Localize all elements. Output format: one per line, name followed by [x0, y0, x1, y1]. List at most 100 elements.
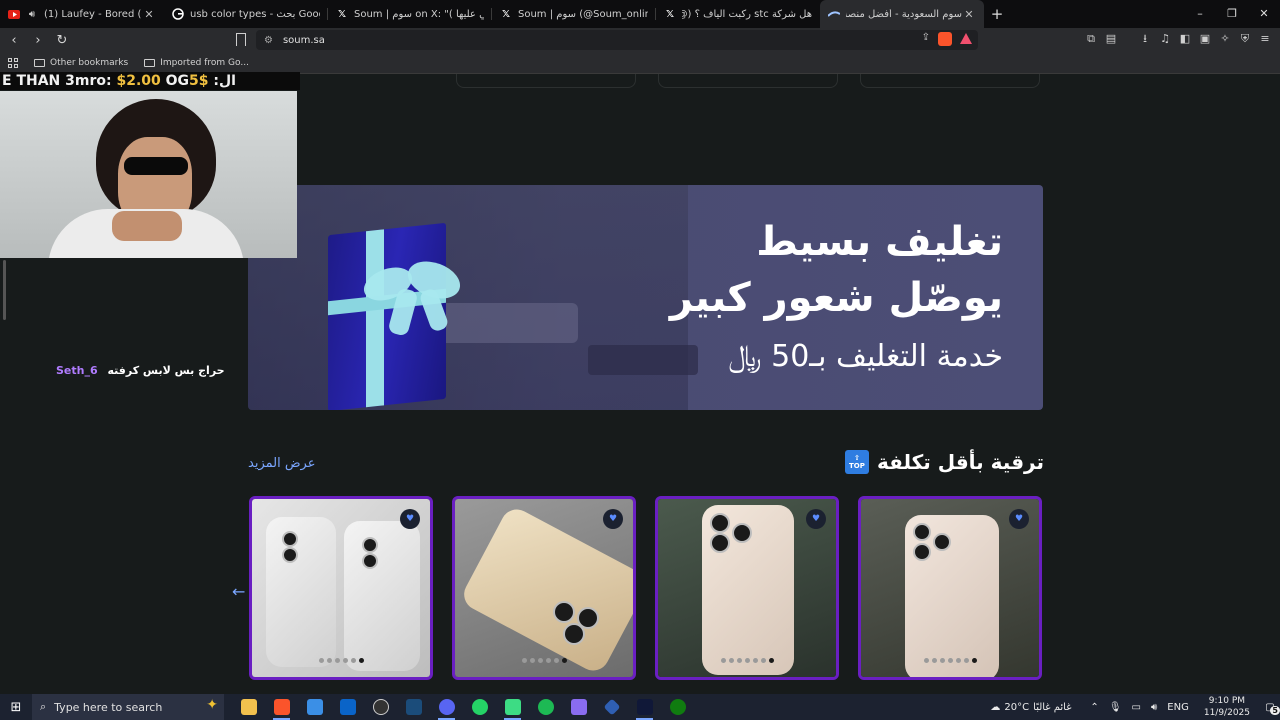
network-icon[interactable]: ▭: [1132, 702, 1141, 713]
image-pager-dots[interactable]: [252, 658, 430, 663]
close-tab-icon[interactable]: ✕: [962, 8, 976, 21]
product-card-4[interactable]: ♥: [858, 496, 1042, 680]
extensions-icon[interactable]: ⧉: [1084, 32, 1098, 46]
menu-icon[interactable]: ≡: [1258, 32, 1272, 46]
image-pager-dots[interactable]: [455, 658, 633, 663]
tab-x-soum-post[interactable]: 𝕏 Soum | سوم on X: "( بحث العقابي عليها: [328, 0, 492, 28]
bookmark-folder-other[interactable]: Other bookmarks: [34, 58, 128, 68]
weather-label: غائم غالبًا: [1033, 701, 1072, 713]
search-highlight-icon: ✦: [206, 697, 218, 713]
tab-title: usb color types - بحث Google: [190, 8, 320, 20]
tab-x-stc[interactable]: 𝕏 هل شركة stc ركبت الياف ؟ (@falal_b71: [656, 0, 820, 28]
tab-soum-active[interactable]: سوم السعودية - أفضل منصة لبيع ✕: [820, 0, 984, 28]
tab-youtube[interactable]: 🔊︎ (1) Laufey - Bored (Official Au ✕: [0, 0, 164, 28]
reload-icon[interactable]: ↻: [52, 33, 72, 48]
image-pager-dots[interactable]: [658, 658, 836, 663]
x-icon: 𝕏: [337, 8, 347, 20]
volume-icon[interactable]: 🔊︎: [1151, 702, 1157, 713]
chevron-up-icon[interactable]: ⌃: [1090, 702, 1098, 713]
windows-start-icon[interactable]: ⊞: [0, 700, 32, 715]
blue-app-icon[interactable]: [595, 694, 628, 720]
discord-icon[interactable]: [430, 694, 463, 720]
brave-shields-icon[interactable]: [938, 32, 952, 46]
webcam-sunglasses: [124, 157, 188, 175]
brave-icon[interactable]: [265, 694, 298, 720]
downloads-icon[interactable]: ⭳: [1138, 32, 1152, 46]
x-icon: 𝕏: [665, 8, 675, 20]
camera-lens: [362, 553, 378, 569]
close-window-button[interactable]: ✕: [1248, 0, 1280, 28]
game-launcher-icon[interactable]: [562, 694, 595, 720]
tab-search-icon[interactable]: ▤: [1104, 32, 1118, 46]
tab-title: (1) Laufey - Bored (Official Au: [44, 8, 142, 20]
banner-subheadline: يوصّل شعور كبير: [669, 275, 1003, 321]
product-card-3[interactable]: ♥: [655, 496, 839, 680]
sidebar-icon[interactable]: ◧: [1178, 32, 1192, 46]
bookmark-icon[interactable]: [236, 33, 246, 46]
tab-title: Soum | سوم (@Soum_online) / X: [518, 8, 648, 20]
favorite-heart-icon[interactable]: ♥: [603, 509, 623, 529]
notification-count: 5: [1270, 705, 1280, 715]
dark-app-icon[interactable]: [628, 694, 661, 720]
image-pager-dots[interactable]: [861, 658, 1039, 663]
section-title: ترقية بأقل تكلفة ⇧ TOP: [844, 450, 1044, 474]
webcam-hand: [112, 211, 182, 241]
bookmark-label: Other bookmarks: [50, 57, 129, 68]
microphone-icon[interactable]: 🎙︎: [1109, 702, 1122, 713]
soum-icon: [828, 8, 840, 20]
favorite-heart-icon[interactable]: ♥: [400, 509, 420, 529]
camera-lens: [282, 547, 298, 563]
card-edge: [860, 74, 1040, 88]
forward-icon[interactable]: ›: [28, 33, 48, 48]
wallet-icon[interactable]: ▣: [1198, 32, 1212, 46]
store-icon[interactable]: [298, 694, 331, 720]
whatsapp-icon[interactable]: [463, 694, 496, 720]
brave-rewards-icon[interactable]: [960, 33, 972, 44]
android-studio-icon[interactable]: [496, 694, 529, 720]
outlook-icon[interactable]: [331, 694, 364, 720]
camera-lens: [933, 533, 951, 551]
tab-title: سوم السعودية - أفضل منصة لبيع: [846, 8, 962, 20]
product-card-2[interactable]: ♥: [452, 496, 636, 680]
minimize-button[interactable]: –: [1184, 0, 1216, 28]
apps-grid-icon[interactable]: [8, 57, 18, 68]
clock-app-icon[interactable]: [364, 694, 397, 720]
steam-icon[interactable]: [397, 694, 430, 720]
address-actions: ⇪: [922, 32, 972, 46]
media-icon[interactable]: ♫: [1158, 32, 1172, 46]
file-explorer-icon[interactable]: [232, 694, 265, 720]
address-bar[interactable]: ⚙︎ soum.sa ⇪: [256, 30, 978, 50]
site-info-icon[interactable]: ⚙︎: [264, 35, 273, 46]
tab-google[interactable]: usb color types - بحث Google: [164, 0, 328, 28]
scrollbar-thumb[interactable]: [3, 260, 6, 320]
tab-x-soum-profile[interactable]: 𝕏 Soum | سوم (@Soum_online) / X: [492, 0, 656, 28]
taskbar-clock[interactable]: 9:10 PM 11/9/2025: [1204, 695, 1250, 719]
notification-center-icon[interactable]: ▢5: [1260, 702, 1280, 715]
leo-ai-icon[interactable]: ✧: [1218, 32, 1232, 46]
bookmark-folder-imported[interactable]: Imported from Go...: [144, 58, 249, 68]
camera-lens: [913, 543, 931, 561]
see-more-link[interactable]: عرض المزيد: [248, 456, 315, 471]
carousel-prev-arrow-icon[interactable]: ←: [232, 582, 245, 601]
taskbar-search[interactable]: ⌕ Type here to search ✦: [32, 694, 224, 720]
share-icon[interactable]: ⇪: [922, 32, 930, 46]
phone-shape: [458, 503, 633, 677]
favorite-heart-icon[interactable]: ♥: [1009, 509, 1029, 529]
restore-button[interactable]: ❐: [1216, 0, 1248, 28]
vpn-icon[interactable]: ⛨: [1238, 32, 1252, 46]
close-tab-icon[interactable]: ✕: [142, 8, 156, 21]
product-card-1[interactable]: ♥: [249, 496, 433, 680]
language-indicator[interactable]: ENG: [1167, 702, 1189, 713]
spotify-icon[interactable]: [529, 694, 562, 720]
gift-wrap-banner[interactable]: تغليف بسيط يوصّل شعور كبير خدمة التغليف …: [248, 185, 1043, 410]
top-badge-label: TOP: [849, 462, 865, 470]
back-icon[interactable]: ‹: [4, 33, 24, 48]
speaker-icon[interactable]: 🔊︎: [26, 8, 38, 20]
favorite-heart-icon[interactable]: ♥: [806, 509, 826, 529]
xbox-icon[interactable]: [661, 694, 694, 720]
x-icon: 𝕏: [501, 8, 511, 20]
banner-headline: تغليف بسيط: [756, 219, 1003, 265]
url-text[interactable]: soum.sa: [283, 35, 325, 46]
weather-widget[interactable]: ☁︎ 20°C غائم غالبًا: [990, 702, 1071, 713]
new-tab-button[interactable]: +: [984, 5, 1010, 23]
